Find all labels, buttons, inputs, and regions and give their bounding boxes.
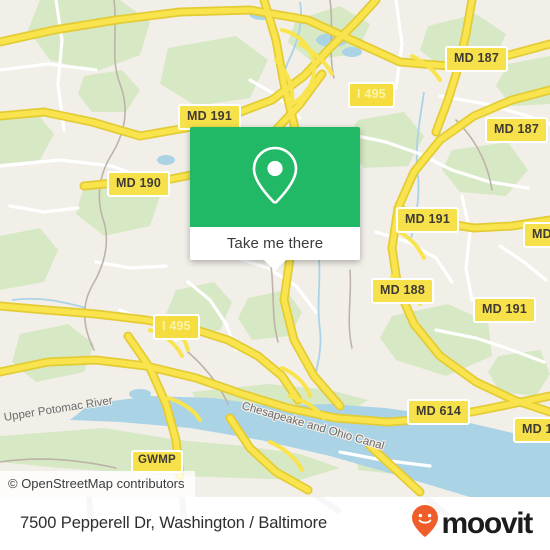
road-shield-i495-north[interactable]: I 495 [348, 82, 395, 108]
map-screenshot: Upper Potomac River Chesapeake and Ohio … [0, 0, 550, 550]
road-shield-md190[interactable]: MD 190 [107, 171, 170, 197]
take-me-there-button[interactable]: Take me there [227, 235, 323, 252]
moovit-wordmark: moovit [441, 506, 533, 540]
footer-bar: 7500 Pepperell Dr, Washington / Baltimor… [0, 497, 550, 550]
popup-pin-area [190, 127, 360, 227]
popup-tail-pointer [264, 260, 286, 271]
road-shield-gwmp[interactable]: GWMP [131, 450, 183, 473]
moovit-smiley-pin-icon [410, 504, 440, 543]
road-shield-md191-east[interactable]: MD 191 [473, 297, 536, 323]
location-popup-card[interactable]: Take me there [190, 127, 360, 271]
road-shield-md187-east[interactable]: MD 187 [485, 117, 548, 143]
road-shield-md188[interactable]: MD 188 [371, 278, 434, 304]
road-shield-md614[interactable]: MD 614 [407, 399, 470, 425]
road-shield-md19-edge[interactable]: MD 19 [513, 417, 550, 443]
road-shield-i495-south[interactable]: I 495 [153, 314, 200, 340]
osm-attribution[interactable]: © OpenStreetMap contributors [0, 471, 195, 497]
popup-action-bar[interactable]: Take me there [190, 227, 360, 271]
road-shield-md187-north[interactable]: MD 187 [445, 46, 508, 72]
location-pin-icon [249, 144, 301, 211]
road-shield-md191-center[interactable]: MD 191 [396, 207, 459, 233]
footer-content: 7500 Pepperell Dr, Washington / Baltimor… [0, 497, 550, 550]
address-label: 7500 Pepperell Dr, Washington / Baltimor… [20, 514, 328, 532]
moovit-logo[interactable]: moovit [410, 504, 533, 543]
road-shield-md191-west[interactable]: MD 191 [178, 104, 241, 130]
road-shield-md18-edge[interactable]: MD 18 [523, 222, 550, 248]
